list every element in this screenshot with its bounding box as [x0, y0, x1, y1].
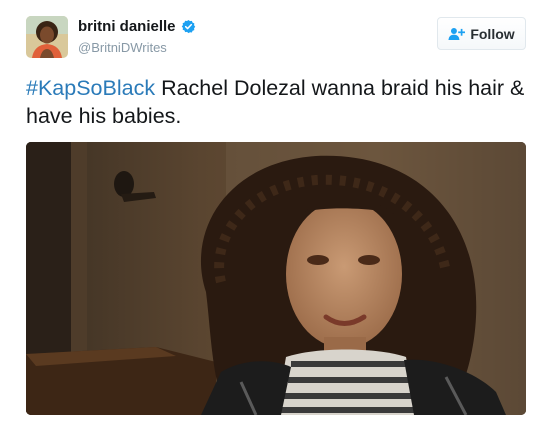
follow-person-plus-icon [448, 27, 466, 40]
tweet-media-photo[interactable] [26, 142, 526, 415]
verified-badge-icon [181, 19, 195, 34]
avatar[interactable] [26, 16, 68, 58]
display-name[interactable]: britni danielle [78, 18, 176, 35]
follow-button[interactable]: Follow [437, 17, 526, 50]
follow-button-label: Follow [470, 25, 515, 42]
avatar-image [26, 16, 68, 58]
tweet-text: #KapSoBlack Rachel Dolezal wanna braid h… [26, 74, 526, 130]
photo-image [26, 142, 526, 415]
hashtag-link[interactable]: #KapSoBlack [26, 76, 155, 100]
user-name-row: britni danielle [78, 18, 196, 35]
user-handle[interactable]: @BritniDWrites [78, 40, 167, 55]
